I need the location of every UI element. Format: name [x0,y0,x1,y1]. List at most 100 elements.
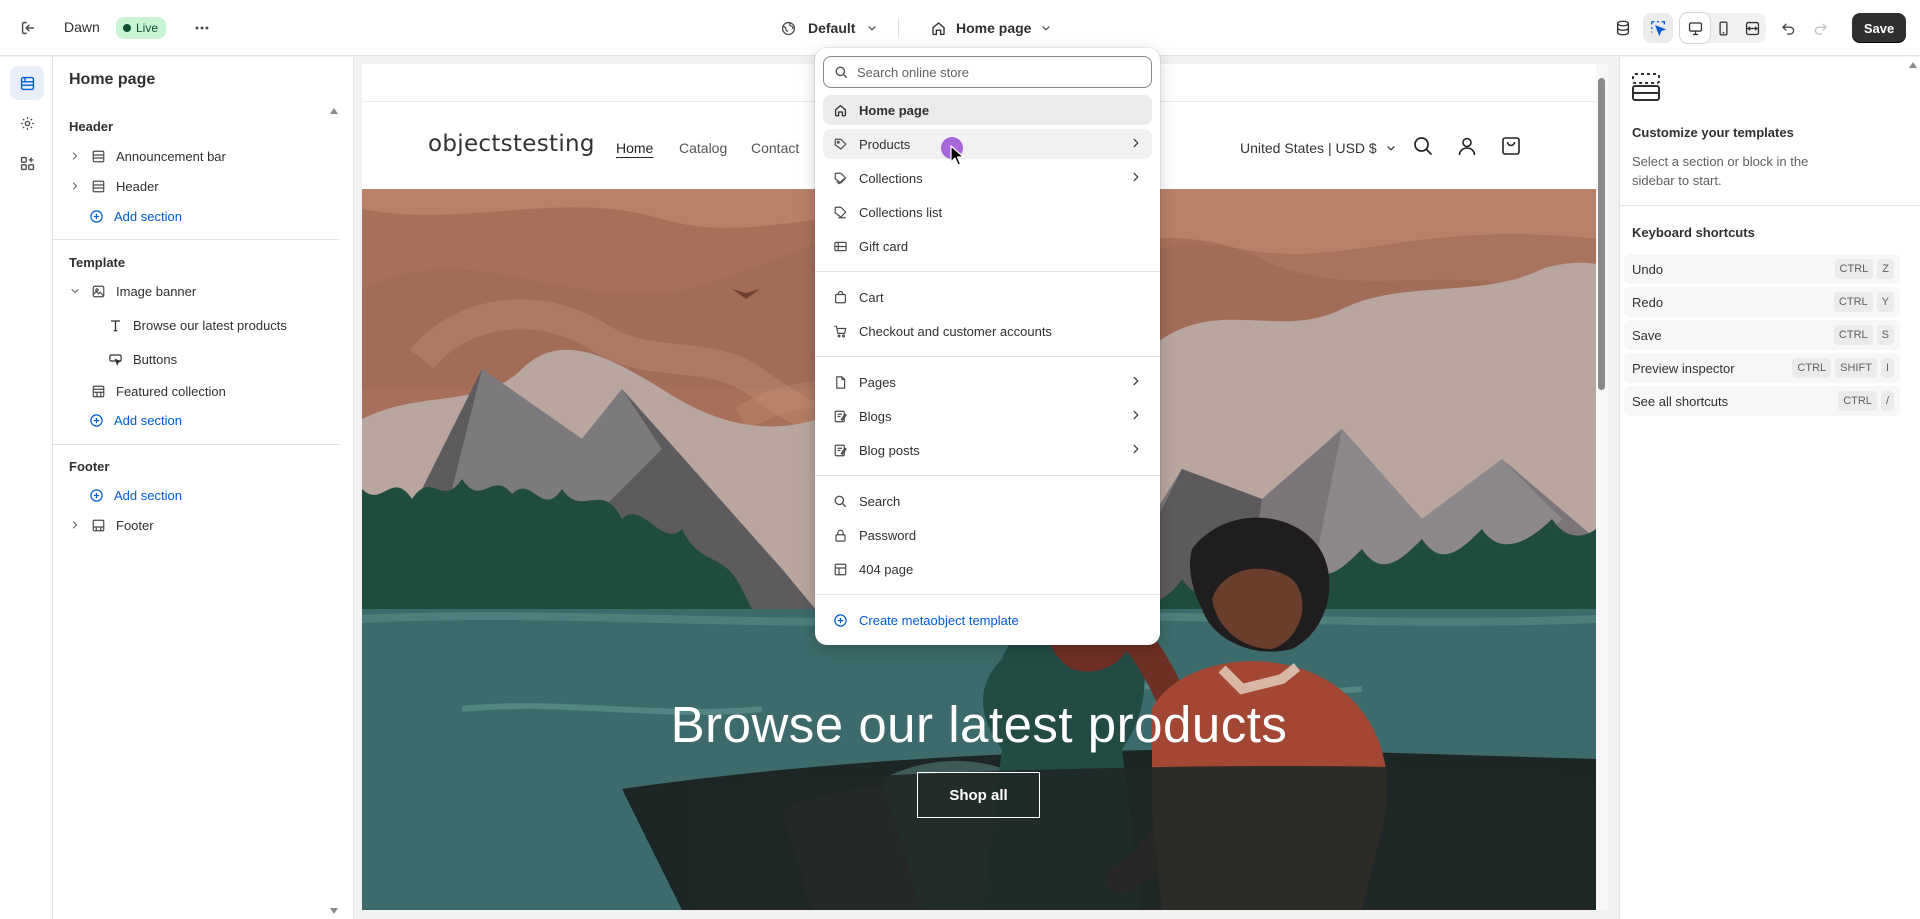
menu-item-checkout[interactable]: Checkout and customer accounts [823,316,1152,346]
preview-scrollbar[interactable] [1596,64,1608,910]
menu-item-gift-card[interactable]: Gift card [823,231,1152,261]
mobile-view-button[interactable] [1708,13,1738,43]
cart-icon[interactable] [1498,133,1524,159]
apps-tab[interactable] [10,146,44,180]
topbar-divider [898,18,899,38]
country-label: United States | USD $ [1240,140,1377,156]
sidebar-item-label: Announcement bar [116,148,226,164]
undo-button[interactable] [1773,13,1803,43]
text-icon [106,318,124,333]
sidebar-item-featured-collection[interactable]: Featured collection [53,377,343,405]
shortcut-key: Y [1876,292,1894,312]
add-section-label: Add section [114,208,182,224]
gear-icon [17,113,37,133]
search-input[interactable] [857,64,1137,80]
sidebar-item-header[interactable]: Header [53,172,343,200]
page-selector[interactable]: Home page [928,15,1053,41]
shortcut-row-see-all[interactable]: See all shortcuts CTRL / [1624,386,1900,416]
fullscreen-view-button[interactable] [1737,13,1767,43]
search-box[interactable] [823,56,1152,88]
add-section-template-button[interactable]: Add section [53,406,343,434]
add-section-header-button[interactable]: Add section [53,202,343,230]
sidebar-item-announcement-bar[interactable]: Announcement bar [53,142,343,170]
keyboard-shortcuts-title: Keyboard shortcuts [1632,225,1755,240]
search-icon [834,65,849,80]
app-embeds-button[interactable] [1608,13,1638,43]
theme-settings-selector[interactable]: Default [778,15,879,41]
store-logo[interactable]: objectstesting [428,131,595,157]
menu-item-label: Create metaobject template [859,612,1019,628]
apps-icon [17,153,37,173]
section-layout-icon [89,179,107,194]
nav-link-home[interactable]: Home [616,140,653,156]
home-icon [928,18,948,38]
shortcut-key: I [1880,358,1894,378]
search-icon[interactable] [1410,133,1436,159]
chevron-right-icon [1130,137,1142,149]
chevron-right-icon [1130,171,1142,183]
chevron-right-icon[interactable] [67,151,83,161]
menu-item-search[interactable]: Search [823,486,1152,516]
theme-settings-tab[interactable] [10,106,44,140]
menu-item-404-page[interactable]: 404 page [823,554,1152,584]
account-icon[interactable] [1454,133,1480,159]
page-selector-dropdown: Home page Products Collections Collectio… [815,48,1160,645]
menu-item-home-page[interactable]: Home page [823,95,1152,125]
chevron-right-icon[interactable] [67,520,83,530]
save-button[interactable]: Save [1852,13,1906,43]
scroll-up-icon[interactable] [1908,61,1918,69]
preview-scrollbar-thumb[interactable] [1598,78,1605,390]
left-rail [0,57,53,919]
menu-item-blogs[interactable]: Blogs [823,401,1152,431]
menu-item-pages[interactable]: Pages [823,367,1152,397]
collection-tag-icon [831,171,849,186]
chevron-down-icon[interactable] [67,286,83,296]
create-metaobject-template-button[interactable]: Create metaobject template [823,605,1152,635]
header-group-label: Header [69,119,114,134]
sidebar-item-image-banner[interactable]: Image banner [53,277,343,305]
exit-icon [18,18,38,38]
nav-link-contact[interactable]: Contact [751,140,799,156]
nav-link-catalog[interactable]: Catalog [679,140,727,156]
menu-item-blog-posts[interactable]: Blog posts [823,435,1152,465]
menu-item-products[interactable]: Products [823,129,1152,159]
menu-item-cart[interactable]: Cart [823,282,1152,312]
menu-item-password[interactable]: Password [823,520,1152,550]
sidebar-item-label: Footer [116,517,154,533]
more-actions-button[interactable] [188,14,216,42]
gift-card-icon [831,239,849,254]
shortcut-row-redo: Redo CTRL Y [1624,287,1900,317]
chevron-right-icon [1130,443,1142,455]
country-selector[interactable]: United States | USD $ [1240,140,1397,156]
redo-button[interactable] [1805,13,1835,43]
sidebar-item-footer[interactable]: Footer [53,511,343,539]
live-label: Live [136,21,159,35]
table-icon [831,562,849,577]
menu-item-label: Gift card [859,238,909,254]
chevron-down-icon [865,18,879,38]
menu-item-label: Collections [859,170,923,186]
inspector-toggle-button[interactable] [1643,13,1673,43]
shop-all-button[interactable]: Shop all [917,772,1040,818]
scroll-down-icon[interactable] [329,907,339,915]
page-icon [831,375,849,390]
sidebar-item-browse-heading[interactable]: Browse our latest products [53,311,343,339]
add-section-label: Add section [114,487,182,503]
menu-item-collections-list[interactable]: Collections list [823,197,1152,227]
banner-heading[interactable]: Browse our latest products [362,695,1596,754]
shortcut-key: / [1880,391,1894,411]
redo-icon [1810,18,1830,38]
mouse-pointer-icon [950,145,966,167]
shortcut-key: S [1876,325,1894,345]
scroll-up-icon[interactable] [329,107,339,115]
templates-icon [1630,71,1662,103]
desktop-view-button[interactable] [1680,13,1710,43]
add-section-footer-button[interactable]: Add section [53,481,343,509]
plus-circle-icon [87,413,105,428]
exit-button[interactable] [14,14,42,42]
sections-tab[interactable] [10,66,44,100]
menu-item-collections[interactable]: Collections [823,163,1152,193]
image-icon [89,284,107,299]
sidebar-item-buttons[interactable]: Buttons [53,345,343,373]
chevron-right-icon[interactable] [67,181,83,191]
